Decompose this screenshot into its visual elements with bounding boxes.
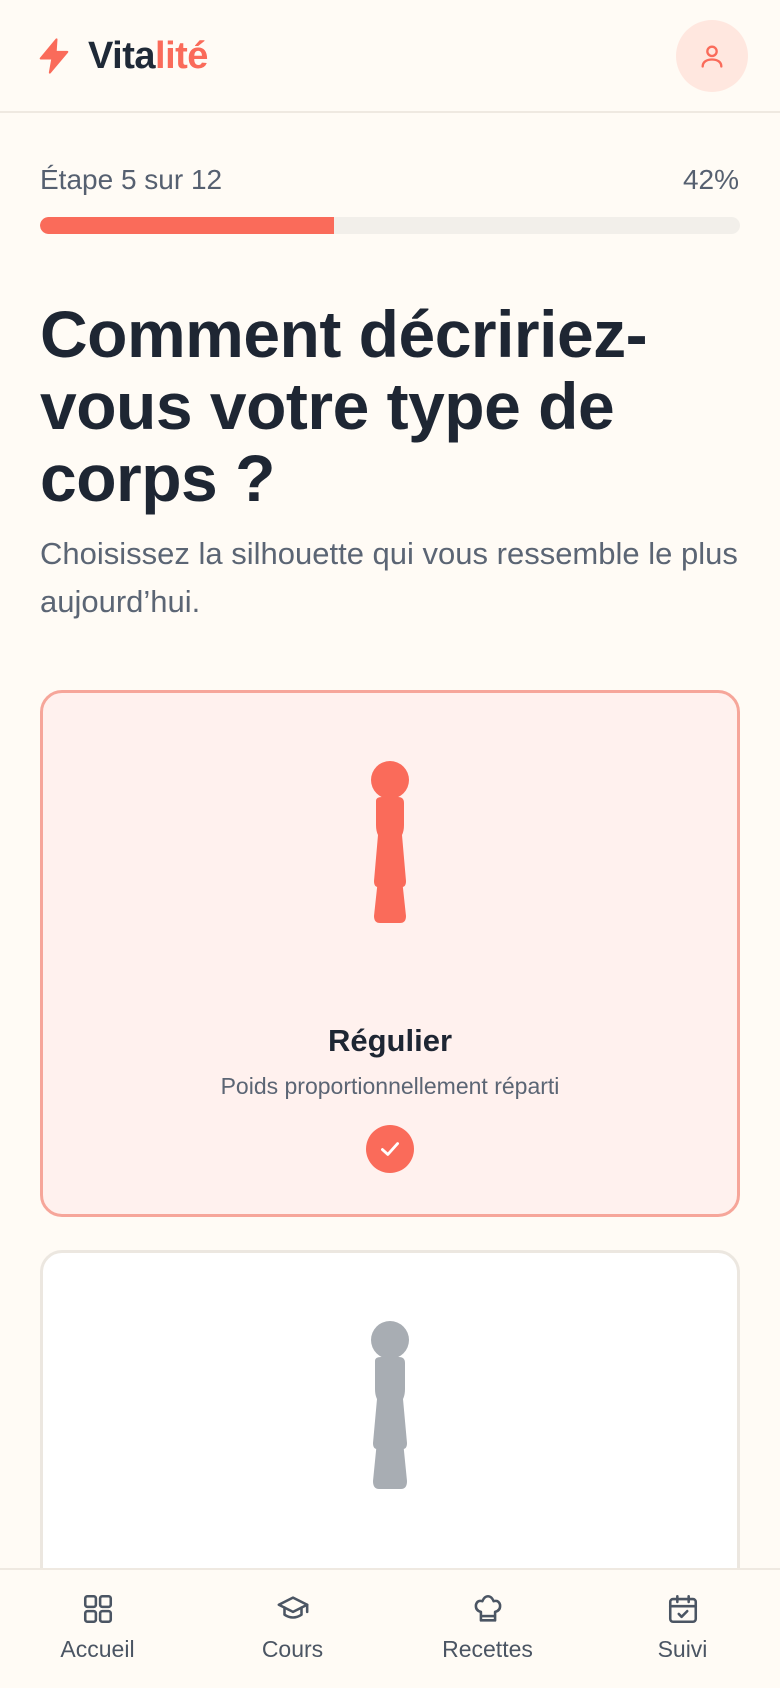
progress-bar-fill [40,217,334,234]
chef-hat-icon [474,1594,501,1622]
bottom-nav: Accueil Cours Recettes Suivi [0,1568,780,1688]
graduation-cap-icon [277,1596,308,1619]
option-description: Poids proportionnellement réparti [220,1073,560,1099]
logo-text: Vitalité [88,35,208,78]
page-title: Comment décririez-vous votre type de cor… [40,297,648,515]
progress-bar [40,217,740,234]
user-icon [701,45,723,68]
silhouette-icon [371,1321,409,1489]
nav-item-suivi[interactable]: Suivi [585,1570,780,1688]
selected-check-icon [366,1125,414,1173]
bolt-icon [39,38,69,74]
nav-label: Accueil [60,1636,135,1662]
top-bar: Vitalité [0,0,780,113]
logo-text-accent: lité [155,34,208,77]
progress-percent: 42% [682,164,739,195]
nav-item-accueil[interactable]: Accueil [0,1570,195,1688]
option-title: Régulier [327,1023,453,1058]
nav-label: Suivi [657,1636,708,1662]
page-subtitle: Choisissez la silhouette qui vous ressem… [40,536,738,619]
logo[interactable]: Vitalité [34,34,208,78]
option-card-regulier[interactable]: Régulier Poids proportionnellement répar… [40,690,740,1217]
silhouette-icon [371,761,409,923]
step-label: Étape 5 sur 12 [40,164,223,195]
nav-label: Recettes [442,1636,533,1662]
grid-icon [83,1594,112,1624]
nav-item-cours[interactable]: Cours [195,1570,390,1688]
logo-text-primary: Vita [88,34,156,77]
nav-item-recettes[interactable]: Recettes [390,1570,585,1688]
profile-button[interactable] [676,20,748,92]
calendar-check-icon [668,1594,697,1624]
nav-label: Cours [261,1636,324,1662]
